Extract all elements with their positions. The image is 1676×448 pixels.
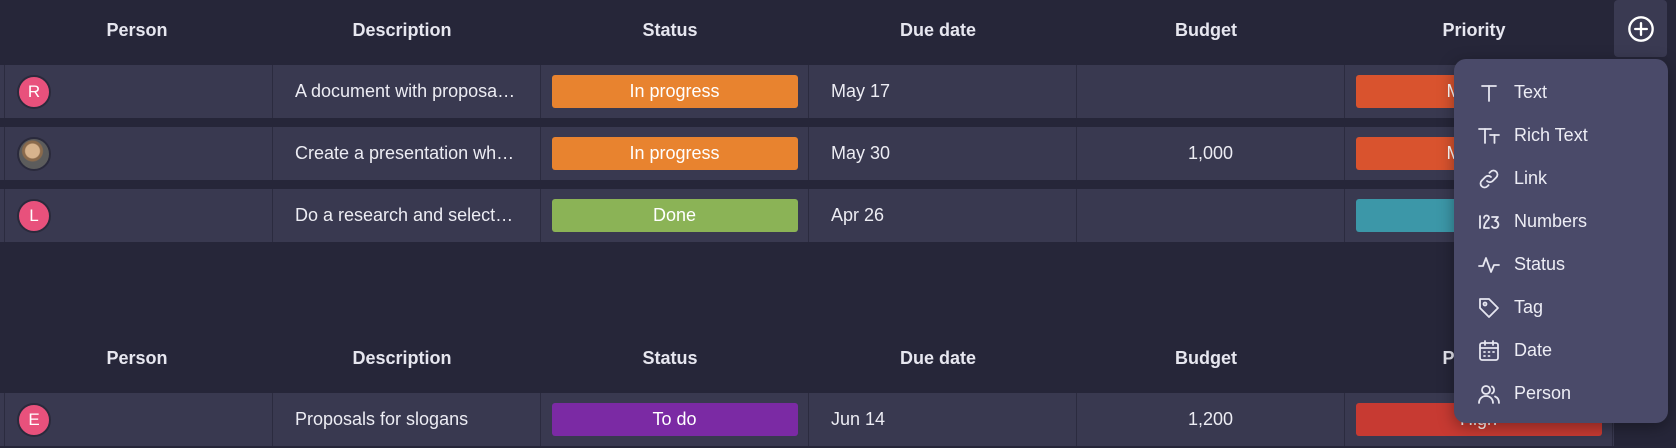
column-header-person[interactable]: Person	[6, 0, 268, 60]
description-cell[interactable]: Proposals for slogans	[273, 393, 541, 446]
table-header: Person Description Status Due date Budge…	[0, 0, 1614, 60]
budget-cell[interactable]	[1077, 65, 1345, 118]
add-column-button[interactable]	[1614, 0, 1667, 57]
due-date-cell[interactable]: Jun 14	[809, 393, 1077, 446]
budget-cell[interactable]: 1,200	[1077, 393, 1345, 446]
menu-item-rich-text[interactable]: Rich Text	[1454, 114, 1668, 157]
description-text: A document with proposals for new slogan…	[295, 81, 517, 101]
status-badge[interactable]: To do	[551, 403, 798, 436]
person-cell[interactable]: R	[5, 65, 273, 118]
column-header-description[interactable]: Description	[268, 328, 536, 388]
status-cell[interactable]: Done	[541, 189, 809, 242]
avatar[interactable]: R	[17, 74, 51, 109]
table-row[interactable]: Create a presentation which will show th…	[0, 127, 1614, 180]
description-cell[interactable]: Do a research and select the best slogan…	[273, 189, 541, 242]
avatar[interactable]: E	[17, 402, 51, 437]
budget-cell[interactable]	[1077, 189, 1345, 242]
menu-item-date[interactable]: Date	[1454, 329, 1668, 372]
status-cell[interactable]: To do	[541, 393, 809, 446]
status-cell[interactable]: In progress	[541, 65, 809, 118]
status-badge[interactable]: In progress	[551, 75, 798, 108]
column-header-status[interactable]: Status	[536, 0, 804, 60]
menu-item-link[interactable]: Link	[1454, 157, 1668, 200]
plus-circle-icon	[1627, 15, 1654, 42]
menu-item-text[interactable]: Text	[1454, 71, 1668, 114]
calendar-icon	[1476, 338, 1502, 364]
description-cell[interactable]: Create a presentation which will show th…	[273, 127, 541, 180]
due-date-cell[interactable]: May 30	[809, 127, 1077, 180]
column-header-due-date[interactable]: Due date	[804, 0, 1072, 60]
menu-item-label: Person	[1514, 383, 1572, 403]
due-date-cell[interactable]: Apr 26	[809, 189, 1077, 242]
column-header-budget[interactable]: Budget	[1072, 328, 1340, 388]
menu-item-label: Text	[1514, 82, 1548, 102]
tag-icon	[1476, 295, 1502, 321]
menu-item-person[interactable]: Person	[1454, 372, 1668, 415]
table-header: Person Description Status Due date Budge…	[0, 328, 1614, 388]
person-cell[interactable]	[5, 127, 273, 180]
description-text: Do a research and select the best slogan…	[295, 205, 517, 225]
status-icon	[1476, 252, 1502, 278]
numbers-icon	[1476, 209, 1502, 235]
table-row[interactable]: L Do a research and select the best slog…	[0, 189, 1614, 242]
column-header-person[interactable]: Person	[6, 328, 268, 388]
rich-text-icon	[1476, 123, 1502, 149]
menu-item-tag[interactable]: Tag	[1454, 286, 1668, 329]
column-header-priority[interactable]: Priority	[1340, 0, 1608, 60]
due-date-cell[interactable]: May 17	[809, 65, 1077, 118]
column-header-due-date[interactable]: Due date	[804, 328, 1072, 388]
menu-item-label: Numbers	[1514, 211, 1588, 231]
avatar[interactable]: L	[17, 198, 51, 233]
link-icon	[1476, 166, 1502, 192]
person-cell[interactable]: L	[5, 189, 273, 242]
menu-item-numbers[interactable]: Numbers	[1454, 200, 1668, 243]
avatar[interactable]	[17, 136, 51, 171]
menu-item-status[interactable]: Status	[1454, 243, 1668, 286]
description-text: Create a presentation which will show th…	[295, 143, 517, 163]
table-row[interactable]: R A document with proposals for new slog…	[0, 65, 1614, 118]
menu-item-label: Rich Text	[1514, 125, 1588, 145]
column-header-status[interactable]: Status	[536, 328, 804, 388]
text-icon	[1476, 80, 1502, 106]
status-badge[interactable]: Done	[551, 199, 798, 232]
people-icon	[1476, 381, 1502, 407]
column-type-menu: Text Rich Text Link Numbers Status Tag D…	[1454, 59, 1668, 423]
description-cell[interactable]: A document with proposals for new slogan…	[273, 65, 541, 118]
menu-item-label: Tag	[1514, 297, 1544, 317]
column-header-description[interactable]: Description	[268, 0, 536, 60]
menu-item-label: Status	[1514, 254, 1566, 274]
menu-item-label: Date	[1514, 340, 1553, 360]
person-cell[interactable]: E	[5, 393, 273, 446]
status-cell[interactable]: In progress	[541, 127, 809, 180]
menu-item-label: Link	[1514, 168, 1548, 188]
column-header-budget[interactable]: Budget	[1072, 0, 1340, 60]
description-text: Proposals for slogans	[295, 409, 469, 429]
status-badge[interactable]: In progress	[551, 137, 798, 170]
budget-cell[interactable]: 1,000	[1077, 127, 1345, 180]
table-row[interactable]: E Proposals for slogans To do Jun 14 1,2…	[0, 393, 1614, 446]
